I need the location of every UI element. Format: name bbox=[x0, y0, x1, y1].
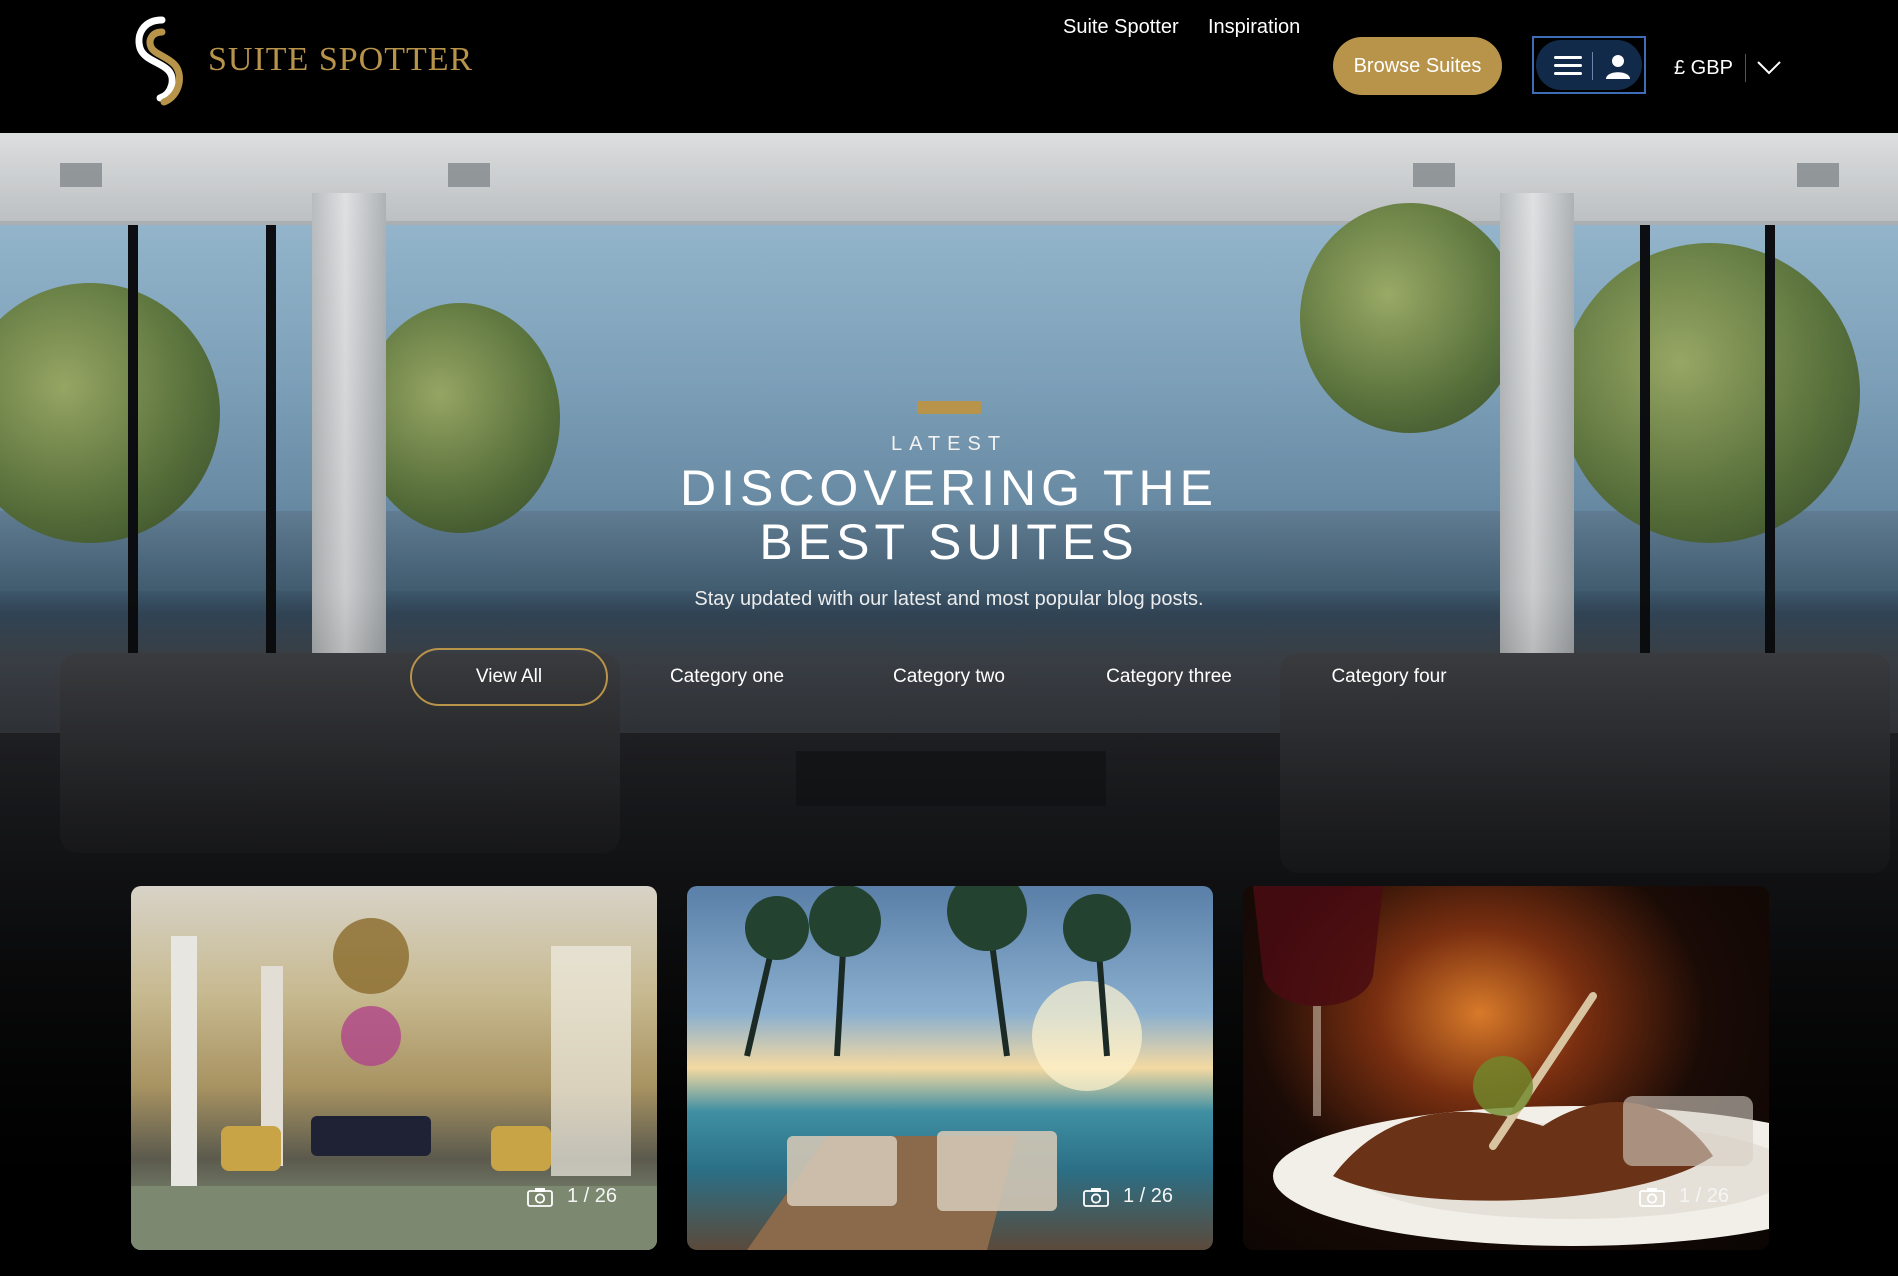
brand-name: SUITE SPOTTER bbox=[208, 41, 474, 78]
hamburger-icon[interactable] bbox=[1554, 56, 1582, 76]
currency-label: £ GBP bbox=[1674, 56, 1733, 79]
category-two[interactable]: Category two bbox=[850, 648, 1048, 706]
camera-icon bbox=[1083, 1187, 1109, 1207]
category-view-all[interactable]: View All bbox=[410, 648, 608, 706]
hero-eyebrow: LATEST bbox=[890, 433, 1008, 455]
camera-icon bbox=[527, 1187, 553, 1207]
brand-logo[interactable]: SUITE SPOTTER bbox=[130, 14, 473, 106]
nav-link-suite-spotter[interactable]: Suite Spotter bbox=[1063, 16, 1179, 39]
category-one[interactable]: Category one bbox=[628, 648, 826, 706]
category-three[interactable]: Category three bbox=[1070, 648, 1268, 706]
menu-divider bbox=[1592, 52, 1593, 80]
nav-link-inspiration[interactable]: Inspiration bbox=[1208, 16, 1300, 39]
photo-counter-text: 1 / 26 bbox=[1678, 1185, 1729, 1207]
photo-counter-text: 1 / 26 bbox=[1122, 1185, 1173, 1207]
browse-suites-button[interactable]: Browse Suites bbox=[1333, 37, 1502, 95]
menu-account-pill bbox=[1536, 40, 1642, 90]
photo-counter: 1 / 26 bbox=[527, 1185, 617, 1208]
user-icon[interactable] bbox=[1604, 52, 1632, 80]
hero-accent-bar bbox=[917, 401, 981, 414]
photo-counter: 1 / 26 bbox=[1639, 1185, 1729, 1208]
blog-card[interactable]: 1 / 26 bbox=[1243, 886, 1769, 1250]
hero-title: DISCOVERING THE BEST SUITES bbox=[0, 461, 1898, 569]
hero-title-line-1: DISCOVERING THE bbox=[679, 460, 1219, 516]
chevron-down-icon bbox=[1757, 61, 1781, 75]
photo-counter: 1 / 26 bbox=[1083, 1185, 1173, 1208]
site-header: SUITE SPOTTER Suite Spotter Inspiration … bbox=[0, 0, 1898, 133]
blog-card[interactable]: 1 / 26 bbox=[131, 886, 657, 1250]
menu-account-button[interactable] bbox=[1532, 36, 1646, 94]
logo-mark-icon bbox=[135, 16, 183, 106]
photo-counter-text: 1 / 26 bbox=[566, 1185, 617, 1207]
currency-divider bbox=[1744, 54, 1746, 82]
hero-subtitle: Stay updated with our latest and most po… bbox=[694, 588, 1204, 610]
camera-icon bbox=[1639, 1187, 1665, 1207]
blog-card[interactable]: 1 / 26 bbox=[687, 886, 1213, 1250]
hero-title-line-2: BEST SUITES bbox=[759, 514, 1139, 570]
category-filter: View All Category one Category two Categ… bbox=[0, 648, 1898, 706]
category-four[interactable]: Category four bbox=[1290, 648, 1488, 706]
currency-selector[interactable]: £ GBP bbox=[1674, 54, 1782, 82]
